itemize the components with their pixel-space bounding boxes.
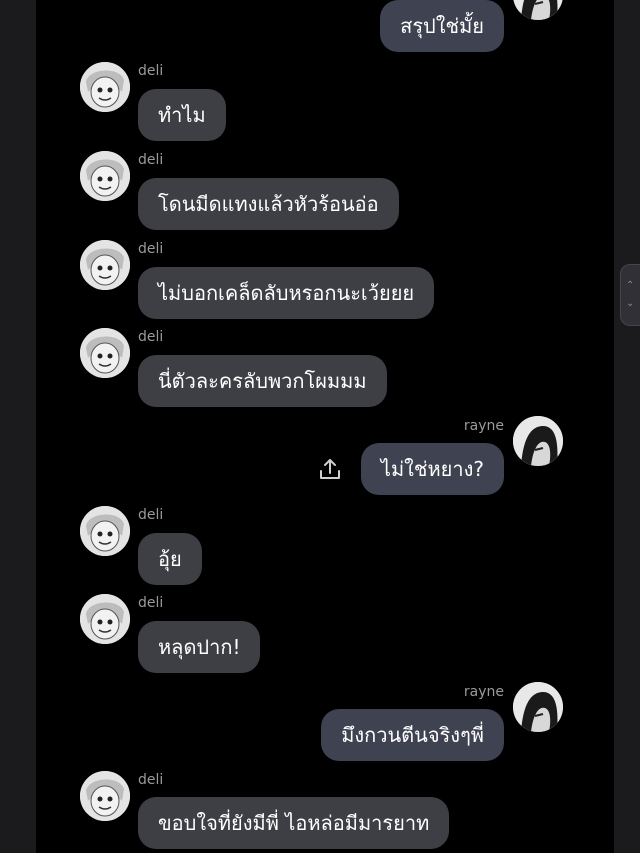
message-bubble[interactable]: นี่ตัวละครลับพวกโผมมม bbox=[138, 355, 387, 407]
sender-name: deli bbox=[138, 63, 164, 79]
screen: สรุปใช่มั้ย deli ทำไม deli โดนมีดแทงแล้ว… bbox=[0, 0, 640, 853]
message-row: deli ไม่บอกเคล็ดลับหรอกนะเว้ยยย bbox=[36, 238, 614, 326]
avatar-deli[interactable] bbox=[80, 771, 130, 821]
chevron-down-icon: ⌄ bbox=[626, 298, 635, 309]
message-row: deli ทำไม bbox=[36, 60, 614, 148]
message-bubble[interactable]: ทำไม bbox=[138, 89, 226, 141]
sender-name: deli bbox=[138, 329, 164, 345]
message-bubble[interactable]: ไม่บอกเคล็ดลับหรอกนะเว้ยยย bbox=[138, 267, 435, 319]
chevron-up-icon: ⌃ bbox=[626, 280, 635, 291]
chat-panel: สรุปใช่มั้ย deli ทำไม deli โดนมีดแทงแล้ว… bbox=[36, 0, 614, 853]
message-bubble[interactable]: สรุปใช่มั้ย bbox=[380, 0, 504, 52]
sender-name: deli bbox=[138, 152, 164, 168]
avatar-deli[interactable] bbox=[80, 506, 130, 556]
avatar-rayne[interactable] bbox=[513, 416, 563, 466]
sender-name: deli bbox=[138, 772, 164, 788]
avatar-rayne[interactable] bbox=[513, 682, 563, 732]
message-row: deli ขอบใจที่ยังมีพี่ ไอหล่อมีมารยาท bbox=[36, 769, 614, 853]
message-row-mine: สรุปใช่มั้ย bbox=[36, 0, 614, 60]
sender-name: deli bbox=[138, 507, 164, 523]
message-bubble[interactable]: ไม่ใช่หยาง? bbox=[360, 443, 504, 495]
message-bubble[interactable]: โดนมีดแทงแล้วหัวร้อนอ่อ bbox=[138, 178, 399, 230]
message-bubble[interactable]: หลุดปาก! bbox=[138, 621, 261, 673]
message-bubble[interactable]: ขอบใจที่ยังมีพี่ ไอหล่อมีมารยาท bbox=[138, 797, 450, 849]
message-row: deli โดนมีดแทงแล้วหัวร้อนอ่อ bbox=[36, 149, 614, 237]
message-row-mine: rayne มึงกวนตีนจริงๆพี่ bbox=[36, 682, 614, 762]
avatar-deli[interactable] bbox=[80, 328, 130, 378]
share-upload-icon[interactable] bbox=[316, 456, 344, 484]
message-row: deli นี่ตัวละครลับพวกโผมมม bbox=[36, 326, 614, 414]
avatar-rayne[interactable] bbox=[513, 0, 563, 20]
message-row: deli อุ้ย bbox=[36, 504, 614, 592]
avatar-deli[interactable] bbox=[80, 62, 130, 112]
avatar-deli[interactable] bbox=[80, 151, 130, 201]
message-bubble[interactable]: อุ้ย bbox=[138, 533, 202, 585]
message-row-mine: rayne ไม่ใช่หยาง? bbox=[36, 416, 614, 496]
sender-name: deli bbox=[138, 241, 164, 257]
sender-name: deli bbox=[138, 595, 164, 611]
message-bubble[interactable]: มึงกวนตีนจริงๆพี่ bbox=[321, 709, 504, 761]
avatar-deli[interactable] bbox=[80, 594, 130, 644]
avatar-deli[interactable] bbox=[80, 240, 130, 290]
sender-name: rayne bbox=[463, 418, 504, 434]
message-row: deli หลุดปาก! bbox=[36, 592, 614, 680]
scroll-handle[interactable]: ⌃ ⌄ bbox=[620, 264, 640, 326]
sender-name: rayne bbox=[463, 684, 504, 700]
